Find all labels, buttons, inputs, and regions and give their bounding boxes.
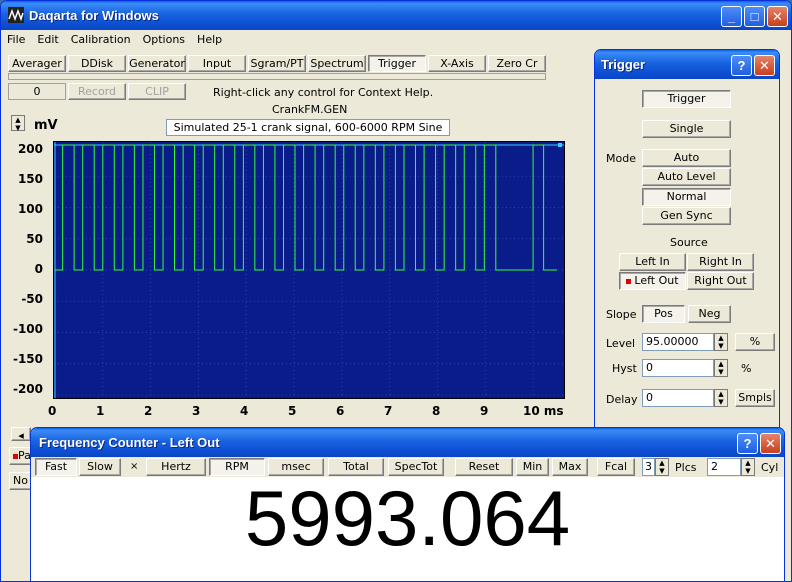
x-tick-label: 5	[288, 404, 297, 418]
clip-indicator: CLIP	[128, 83, 186, 100]
context-help-text: Right-click any control for Context Help…	[213, 86, 434, 99]
help-icon[interactable]: ?	[731, 55, 752, 76]
single-button[interactable]: Single	[642, 120, 731, 138]
ddisk-button[interactable]: DDisk	[68, 55, 126, 72]
level-field[interactable]: 95.00000	[642, 333, 714, 351]
source-left-out-label: Left Out	[634, 274, 679, 287]
main-window-title: Daqarta for Windows	[29, 8, 159, 23]
frequency-reading: 5993.064	[244, 474, 571, 562]
mode-auto-button[interactable]: Auto	[642, 149, 731, 167]
main-titlebar[interactable]: Daqarta for Windows _ □ ✕	[1, 1, 791, 30]
mode-auto-level-button[interactable]: Auto Level	[642, 168, 731, 186]
x-tick-label: 8	[432, 404, 441, 418]
gen-file-name: CrankFM.GEN	[272, 103, 348, 116]
x-tick-label: 1	[96, 404, 105, 418]
source-right-out-button[interactable]: Right Out	[687, 272, 754, 290]
y-tick-label: -100	[12, 322, 43, 336]
waveform-svg	[54, 142, 564, 398]
x-axis-button[interactable]: X-Axis	[428, 55, 486, 72]
averager-button[interactable]: Averager	[8, 55, 66, 72]
red-indicator-icon	[626, 278, 632, 284]
x-tick-label: 3	[192, 404, 201, 418]
menu-calibration[interactable]: Calibration	[65, 30, 137, 46]
source-left-in-button[interactable]: Left In	[619, 253, 686, 271]
menu-file[interactable]: File	[1, 30, 31, 46]
level-label: Level	[606, 337, 636, 350]
waveform-plot[interactable]	[53, 141, 565, 399]
trigger-panel-title: Trigger	[601, 57, 646, 72]
level-unit-button[interactable]: %	[735, 333, 775, 351]
close-icon[interactable]: ✕	[754, 55, 775, 76]
maximize-icon[interactable]: □	[744, 6, 765, 27]
y-tick-label: 100	[17, 202, 43, 216]
y-tick-label: -50	[21, 292, 43, 306]
hyst-field[interactable]: 0	[642, 359, 714, 377]
delay-field[interactable]: 0	[642, 389, 714, 407]
toolbar-underline-row	[8, 73, 546, 80]
source-right-in-button[interactable]: Right In	[687, 253, 754, 271]
help-icon[interactable]: ?	[737, 433, 758, 454]
pa-label: Pa	[18, 449, 31, 462]
freq-counter-title: Frequency Counter - Left Out	[39, 435, 220, 450]
source-label: Source	[670, 236, 708, 249]
source-left-out-button[interactable]: Left Out	[619, 272, 686, 290]
trigger-titlebar[interactable]: Trigger ? ✕	[595, 50, 779, 79]
sweep-counter: 0	[8, 83, 66, 100]
mode-label: Mode	[606, 152, 636, 165]
y-unit-label: mV	[34, 118, 58, 133]
minimize-icon[interactable]: _	[721, 6, 742, 27]
signal-description: Simulated 25-1 crank signal, 600-6000 RP…	[166, 119, 450, 136]
menu-help[interactable]: Help	[191, 30, 228, 46]
trigger-button[interactable]: Trigger	[368, 55, 426, 72]
daqarta-app-icon	[8, 7, 24, 23]
hyst-spinner[interactable]: ▲ ▼	[714, 359, 728, 377]
slope-pos-button[interactable]: Pos	[642, 305, 685, 323]
delay-unit-button[interactable]: Smpls	[735, 389, 775, 407]
x-tick-label: 9	[480, 404, 489, 418]
y-unit-spinner[interactable]: ▲ ▼	[11, 115, 25, 132]
y-tick-label: 150	[17, 172, 43, 186]
x-tick-label: 4	[240, 404, 249, 418]
delay-label: Delay	[606, 393, 638, 406]
generator-button[interactable]: Generator	[128, 55, 186, 72]
trigger-level-marker	[558, 143, 562, 147]
spectrum-button[interactable]: Spectrum	[308, 55, 366, 72]
menu-edit[interactable]: Edit	[31, 30, 64, 46]
record-button[interactable]: Record	[68, 83, 126, 100]
close-icon[interactable]: ✕	[760, 433, 781, 454]
sgram-button[interactable]: Sgram/PT	[248, 55, 306, 72]
mode-dot: ×	[130, 461, 139, 472]
x-tick-label: 10 ms	[523, 404, 564, 418]
x-tick-label: 2	[144, 404, 153, 418]
level-spinner[interactable]: ▲ ▼	[714, 333, 728, 351]
menu-bar: File Edit Calibration Options Help	[1, 30, 791, 49]
menu-options[interactable]: Options	[137, 30, 191, 46]
x-tick-label: 7	[384, 404, 393, 418]
y-tick-label: 50	[26, 232, 43, 246]
mode-gen-sync-button[interactable]: Gen Sync	[642, 207, 731, 225]
y-tick-label: 200	[17, 142, 43, 156]
hyst-label: Hyst	[612, 362, 637, 375]
hyst-unit-label: %	[741, 362, 752, 375]
x-tick-label: 6	[336, 404, 345, 418]
y-tick-label: -200	[12, 382, 43, 396]
y-tick-label: -150	[12, 352, 43, 366]
close-icon[interactable]: ✕	[767, 6, 788, 27]
slope-neg-button[interactable]: Neg	[688, 305, 731, 323]
x-tick-label: 0	[48, 404, 57, 418]
trigger-toggle-button[interactable]: Trigger	[642, 90, 731, 108]
trigger-panel: Trigger ? ✕ Trigger Single Mode Auto Aut…	[594, 49, 780, 433]
freq-counter-titlebar[interactable]: Frequency Counter - Left Out ? ✕	[31, 428, 784, 457]
y-tick-label: 0	[34, 262, 43, 276]
delay-spinner[interactable]: ▲ ▼	[714, 389, 728, 407]
x-scroll-left[interactable]: ◂	[11, 427, 31, 441]
slope-label: Slope	[606, 308, 637, 321]
mode-normal-button[interactable]: Normal	[642, 188, 731, 206]
zero-cr-button[interactable]: Zero Cr	[488, 55, 546, 72]
input-button[interactable]: Input	[188, 55, 246, 72]
